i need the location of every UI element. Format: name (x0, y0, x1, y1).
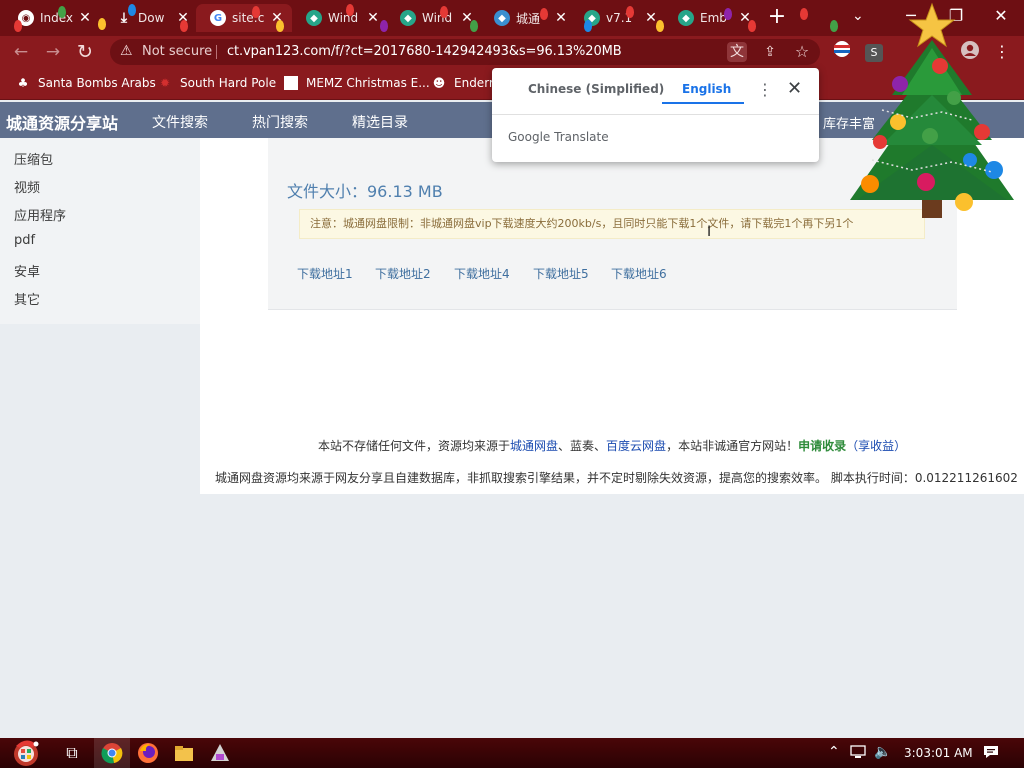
tab-label: Index (40, 11, 74, 25)
footer-info: 城通网盘资源均来源于网友分享且自建数据库，非抓取搜索引擎结果，并不定时剔除失效资… (215, 471, 1018, 485)
network-icon[interactable] (850, 744, 868, 764)
translate-close-icon[interactable]: ✕ (787, 78, 802, 99)
task-view-icon[interactable]: ⧉ (60, 741, 84, 765)
footer-text: ，本站非诚通官方网站！ (666, 439, 799, 453)
apply-listing-link[interactable]: 申请收录 (798, 439, 846, 453)
download-link-1[interactable]: 下载地址1 (297, 265, 353, 282)
category-apps[interactable]: 应用程序 (14, 205, 66, 224)
bookmark-memz-christmas[interactable]: MEMZ Christmas E... (284, 76, 430, 90)
earnings-note[interactable]: （享收益） (846, 439, 906, 453)
share-icon[interactable]: ⇪ (760, 42, 780, 62)
google-translate-popup: Chinese (Simplified) English ⋮ ✕ Google … (492, 68, 819, 162)
active-tab-indicator (662, 102, 744, 104)
translate-icon[interactable]: 文 (727, 42, 747, 62)
popup-divider (492, 114, 819, 115)
bookmark-south-hard-pole[interactable]: ✹ South Hard Pole (158, 76, 276, 90)
google-translate-brand: Google Translate (508, 130, 609, 144)
download-link-5[interactable]: 下载地址5 (533, 265, 589, 282)
nav-featured-dir[interactable]: 精选目录 (352, 112, 408, 132)
tab-emb[interactable]: ◆ Emb ✕ (664, 4, 760, 32)
category-pdf[interactable]: pdf (14, 233, 35, 248)
text-cursor-icon: I (707, 224, 712, 240)
baidu-pan-link[interactable]: 百度云网盘 (606, 439, 666, 453)
site-leaf-icon: ◆ (494, 10, 510, 26)
volume-icon[interactable]: 🔈 (874, 744, 891, 760)
bookmark-enderman[interactable]: ☻ Enderm (432, 76, 501, 90)
bookmark-label: MEMZ Christmas E... (306, 76, 430, 90)
ctfile-link[interactable]: 城通网盘 (510, 439, 558, 453)
site-leaf-icon: ◆ (678, 10, 694, 26)
tab-windows-1[interactable]: ◆ Wind ✕ (292, 4, 386, 32)
omnibox-divider (216, 45, 217, 59)
reload-button[interactable]: ↻ (74, 41, 96, 63)
translate-options-icon[interactable]: ⋮ (757, 80, 773, 99)
start-button-icon[interactable] (8, 738, 44, 768)
back-button[interactable]: ← (10, 41, 32, 63)
tab-label: Wind (422, 11, 453, 25)
forward-button[interactable]: → (42, 41, 64, 63)
bookmark-santa-bombs[interactable]: ♣ Santa Bombs Arabs (16, 76, 156, 90)
tab-windows-2[interactable]: ◆ Wind ✕ (386, 4, 480, 32)
file-explorer-icon[interactable] (172, 741, 196, 765)
translate-source-tab[interactable]: Chinese (Simplified) (528, 82, 664, 96)
christmas-tree-decoration (850, 2, 1014, 218)
tab-close-icon[interactable]: ✕ (78, 10, 92, 26)
bookmark-label: South Hard Pole (180, 76, 277, 90)
bookmark-star-icon[interactable]: ☆ (792, 42, 812, 62)
site-logo[interactable]: 城通资源分享站 (6, 110, 118, 134)
tab-label: v7.1 (606, 11, 633, 25)
enderman-icon: ☻ (432, 76, 446, 90)
category-video[interactable]: 视频 (14, 177, 40, 196)
download-notice: 注意：城通网盘限制：非城通网盘vip下载速度大约200kb/s，且同时只能下载1… (299, 209, 925, 239)
url-text[interactable]: ct.vpan123.com/f/?ct=2017680-142942493&s… (227, 44, 622, 59)
windows-taskbar: ⧉ ⌃ 🔈 3:03:01 AM (0, 738, 1024, 768)
footer-text: 本站不存储任何文件，资源均来源于 (318, 439, 511, 453)
address-bar[interactable]: ⚠ Not secure ct.vpan123.com/f/?ct=201768… (110, 39, 820, 65)
tab-label: site:c (232, 11, 265, 25)
warning-icon[interactable]: ⚠ (120, 43, 133, 59)
google-icon: G (210, 10, 226, 26)
download-link-2[interactable]: 下载地址2 (375, 265, 431, 282)
tab-close-icon[interactable]: ✕ (366, 10, 380, 26)
file-size: 文件大小：96.13 MB (287, 182, 443, 201)
nav-hot-search[interactable]: 热门搜索 (252, 112, 308, 132)
category-other[interactable]: 其它 (14, 289, 40, 308)
security-status[interactable]: Not secure (142, 44, 212, 59)
category-sidebar: 压缩包 视频 应用程序 pdf 安卓 其它 (0, 138, 200, 324)
new-tab-button[interactable]: + (766, 6, 788, 28)
tab-close-icon[interactable]: ✕ (554, 10, 568, 26)
category-archive[interactable]: 压缩包 (14, 149, 53, 168)
notifications-icon[interactable] (982, 744, 1000, 764)
footer-disclaimer: 本站不存储任何文件，资源均来源于城通网盘、蓝奏、百度云网盘，本站非诚通官方网站！… (318, 437, 906, 454)
category-android[interactable]: 安卓 (14, 261, 40, 280)
virus-icon: ✹ (159, 76, 171, 90)
taskbar-clock[interactable]: 3:03:01 AM (904, 746, 973, 760)
download-link-6[interactable]: 下载地址6 (611, 265, 667, 282)
tray-chevron-icon[interactable]: ⌃ (828, 744, 840, 760)
memz-icon (284, 76, 298, 90)
tab-label: Wind (328, 11, 359, 25)
chrome-icon[interactable] (100, 741, 124, 765)
download-link-4[interactable]: 下载地址4 (454, 265, 510, 282)
tab-label: Dow (138, 11, 165, 25)
site-leaf-icon: ◆ (400, 10, 416, 26)
bookmark-label: Santa Bombs Arabs (38, 76, 156, 90)
translate-target-tab[interactable]: English (682, 82, 731, 96)
app-icon[interactable] (208, 741, 232, 765)
footer-text: 、蓝奏、 (558, 439, 607, 453)
tab-chengtong[interactable]: ◆ 城通 ✕ (480, 4, 570, 32)
nav-file-search[interactable]: 文件搜索 (152, 112, 208, 132)
site-leaf-icon: ◆ (306, 10, 322, 26)
santa-icon: ♣ (17, 76, 29, 90)
firefox-icon[interactable] (136, 741, 160, 765)
